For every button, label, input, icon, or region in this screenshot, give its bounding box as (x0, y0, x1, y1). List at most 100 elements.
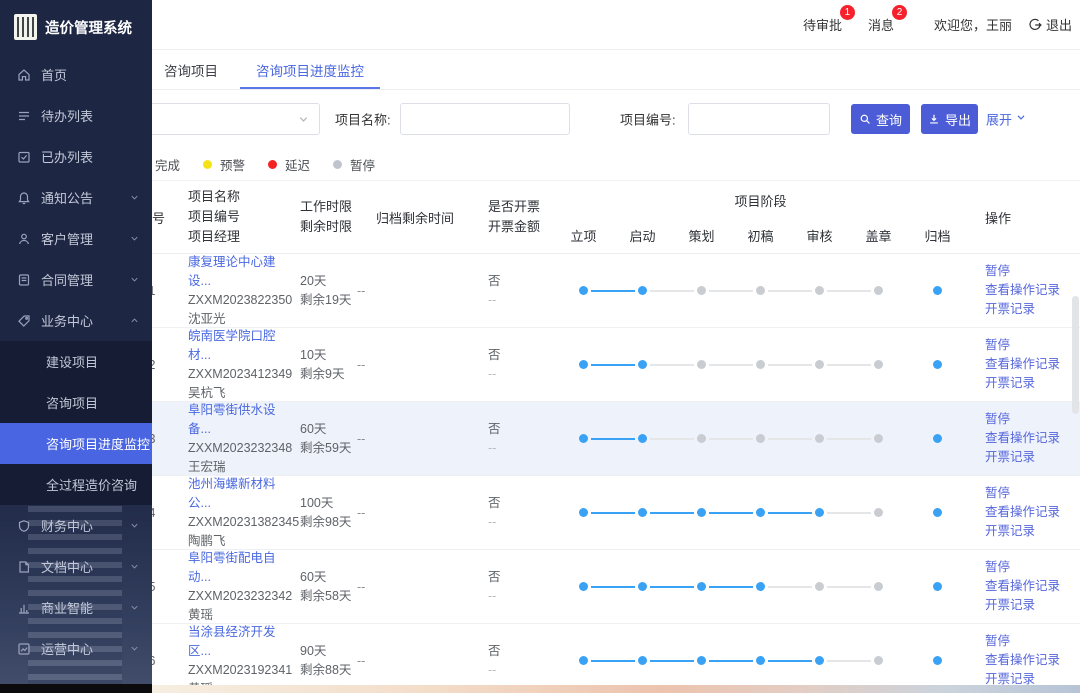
stage-dot-pending (815, 582, 824, 591)
pending-approvals-button[interactable]: 待审批 1 (803, 15, 842, 34)
stage-connector (650, 290, 694, 292)
stage-group-label: 项目阶段 (554, 189, 967, 210)
project-name-link[interactable]: 阜阳雩街配电自动... (188, 549, 298, 587)
view-operation-log-link[interactable]: 查看操作记录 (985, 429, 1080, 448)
stage-connector (827, 512, 871, 514)
sidebar-item-客户管理[interactable]: 客户管理 (0, 218, 152, 259)
scrollbar-thumb[interactable] (1072, 296, 1079, 414)
sidebar-subitem-全过程造价咨询[interactable]: 全过程造价咨询 (0, 464, 152, 505)
invoiced-flag: 否 (488, 642, 554, 661)
bottom-photo-strip (152, 685, 1080, 693)
expand-link[interactable]: 展开 (986, 110, 1027, 129)
stage-dot-done (815, 656, 824, 665)
table-row: 5阜阳雩街配电自动...ZXXM2023232342黄瑶60天剩余58天--否-… (130, 550, 1080, 624)
invoiced-flag: 否 (488, 420, 554, 439)
tab-consulting-projects[interactable]: 咨询项目 (158, 50, 224, 89)
view-operation-log-link[interactable]: 查看操作记录 (985, 577, 1080, 596)
invoice-records-link[interactable]: 开票记录 (985, 374, 1080, 393)
project-name-link[interactable]: 康复理论中心建设... (188, 253, 298, 291)
sidebar-item-商业智能[interactable]: 商业智能 (0, 587, 152, 628)
sidebar-item-运营中心[interactable]: 运营中心 (0, 628, 152, 669)
pause-link[interactable]: 暂停 (985, 262, 1080, 281)
sidebar-item-已办列表[interactable]: 已办列表 (0, 136, 152, 177)
sidebar-subitem-咨询项目[interactable]: 咨询项目 (0, 382, 152, 423)
invoice-amount: -- (488, 439, 554, 458)
col-header-archive-remaining: 归档剩余时间 (352, 208, 478, 227)
messages-button[interactable]: 消息 2 (868, 15, 894, 34)
stage-step-盖章 (849, 433, 908, 445)
welcome-text: 欢迎您，王丽 (934, 15, 1012, 34)
logout-button[interactable]: 退出 (1028, 15, 1072, 34)
work-remaining: 剩余59天 (300, 439, 352, 458)
work-limit: 10天 (300, 346, 352, 365)
invoice-records-link[interactable]: 开票记录 (985, 300, 1080, 319)
sidebar-subitem-咨询项目进度监控[interactable]: 咨询项目进度监控 (0, 423, 152, 464)
stage-connector (591, 586, 635, 588)
sidebar-subitem-建设项目[interactable]: 建设项目 (0, 341, 152, 382)
view-operation-log-link[interactable]: 查看操作记录 (985, 651, 1080, 670)
sidebar-item-业务中心[interactable]: 业务中心 (0, 300, 152, 341)
invoice-records-link[interactable]: 开票记录 (985, 596, 1080, 615)
archive-remaining-cell: -- (352, 432, 478, 446)
logout-icon (1028, 18, 1042, 32)
sidebar-item-合同管理[interactable]: 合同管理 (0, 259, 152, 300)
stage-dot-done (933, 360, 942, 369)
sidebar-item-文档中心[interactable]: 文档中心 (0, 546, 152, 587)
contract-icon (17, 273, 31, 287)
sidebar-item-通知公告[interactable]: 通知公告 (0, 177, 152, 218)
export-button[interactable]: 导出 (921, 104, 978, 134)
stage-dot-pending (697, 434, 706, 443)
legend-label: 完成 (155, 155, 180, 174)
legend-label: 延迟 (285, 155, 310, 174)
work-limit: 100天 (300, 494, 352, 513)
invoice-amount: -- (488, 587, 554, 606)
view-operation-log-link[interactable]: 查看操作记录 (985, 503, 1080, 522)
sidebar-item-待办列表[interactable]: 待办列表 (0, 95, 152, 136)
sidebar-item-财务中心[interactable]: 财务中心 (0, 505, 152, 546)
filter-bar: 项目名称: 项目编号: 查询 导出 展开 (130, 90, 1080, 148)
project-name-input[interactable] (400, 103, 570, 135)
sidebar-item-首页[interactable]: 首页 (0, 54, 152, 95)
pause-link[interactable]: 暂停 (985, 632, 1080, 651)
pause-link[interactable]: 暂停 (985, 410, 1080, 429)
stage-progress (554, 655, 967, 667)
table-row: 6当涂县经济开发区...ZXXM2023192341黄瑶90天剩余88天--否-… (130, 624, 1080, 693)
sidebar-item-label: 商业智能 (41, 598, 93, 617)
stage-connector (768, 364, 812, 366)
sidebar-menu: 首页待办列表已办列表通知公告客户管理合同管理业务中心建设项目咨询项目咨询项目进度… (0, 54, 152, 669)
project-name-link[interactable]: 当涂县经济开发区... (188, 623, 298, 661)
pause-link[interactable]: 暂停 (985, 558, 1080, 577)
stage-dot-pending (815, 434, 824, 443)
invoiced-flag: 否 (488, 494, 554, 513)
download-icon (928, 113, 940, 125)
invoiced-flag: 否 (488, 346, 554, 365)
stage-dot-done (579, 360, 588, 369)
invoice-records-link[interactable]: 开票记录 (985, 448, 1080, 467)
invoice-amount: -- (488, 513, 554, 532)
view-operation-log-link[interactable]: 查看操作记录 (985, 281, 1080, 300)
project-name-link[interactable]: 皖南医学院口腔材... (188, 327, 298, 365)
project-code-input[interactable] (688, 103, 830, 135)
project-name-link[interactable]: 池州海螺新材料公... (188, 475, 298, 513)
pause-link[interactable]: 暂停 (985, 484, 1080, 503)
invoice-records-link[interactable]: 开票记录 (985, 522, 1080, 541)
project-name-link[interactable]: 阜阳雩街供水设备... (188, 401, 298, 439)
status-select[interactable] (130, 103, 320, 135)
chevron-down-icon (129, 561, 140, 572)
stage-dot-pending (756, 286, 765, 295)
pause-link[interactable]: 暂停 (985, 336, 1080, 355)
chevron-up-icon (129, 315, 140, 326)
table-header: 序号 项目名称 项目编号 项目经理 工作时限 剩余时限 归档剩余时间 是否开票 … (130, 180, 1080, 254)
actions-cell: 暂停查看操作记录开票记录 (967, 336, 1080, 393)
tag-icon (17, 314, 31, 328)
stage-dot-done (933, 656, 942, 665)
stage-dot-pending (815, 360, 824, 369)
stage-step-归档 (908, 581, 967, 593)
messages-label: 消息 (868, 18, 894, 33)
search-button[interactable]: 查询 (851, 104, 910, 134)
view-operation-log-link[interactable]: 查看操作记录 (985, 355, 1080, 374)
tab-consulting-progress-monitor[interactable]: 咨询项目进度监控 (250, 50, 370, 89)
sidebar-item-label: 通知公告 (41, 188, 93, 207)
sidebar-subitem-label: 咨询项目 (46, 393, 98, 412)
stage-connector (709, 512, 753, 514)
